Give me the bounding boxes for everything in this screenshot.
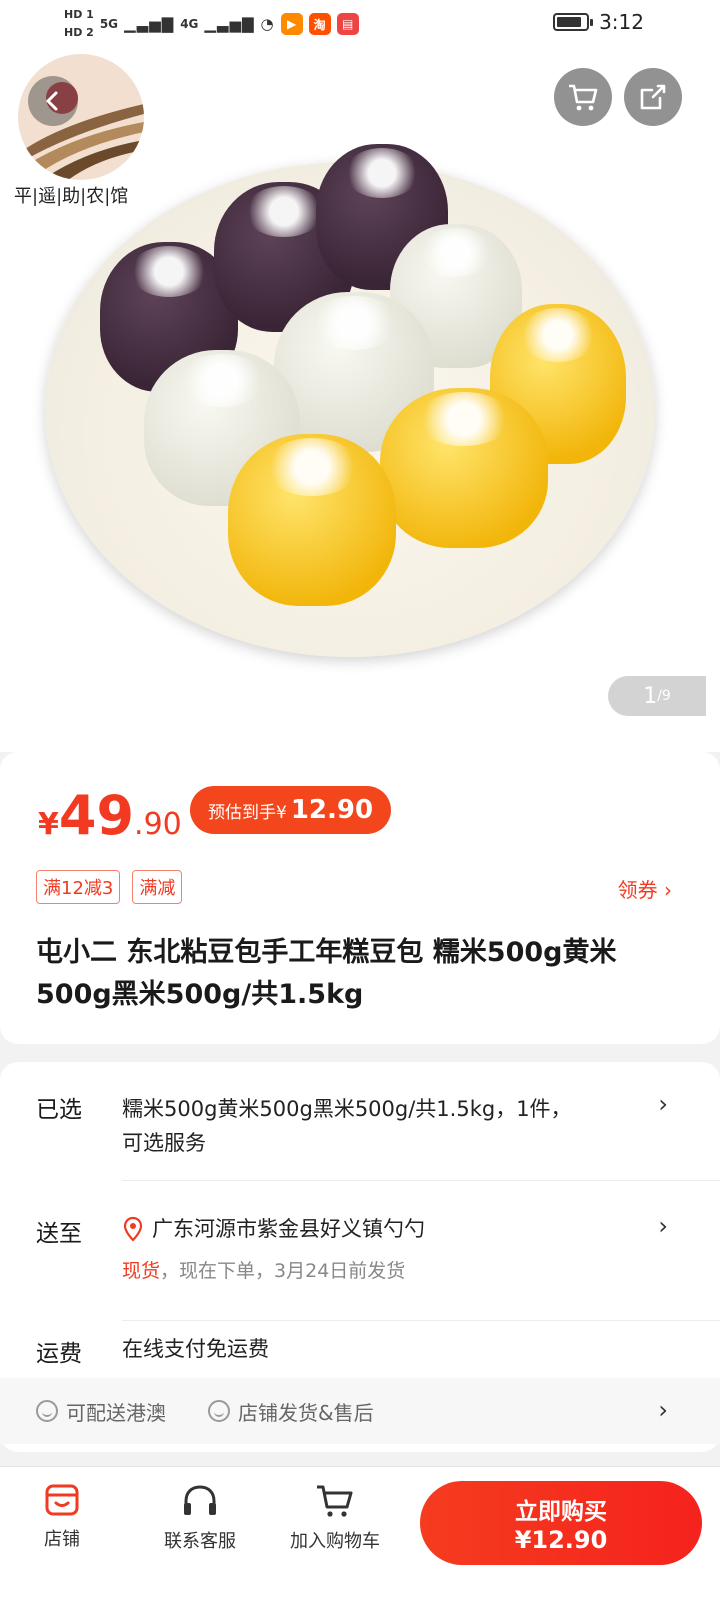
selected-label: 已选 — [36, 1097, 82, 1123]
customer-service-label: 联系客服 — [164, 1531, 236, 1552]
status-bar-right: 3:12 — [553, 10, 644, 34]
back-button[interactable] — [28, 76, 78, 126]
yellow-rice-dumpling — [380, 388, 548, 548]
add-to-cart-label: 加入购物车 — [290, 1531, 380, 1552]
notification-app-icon: ▤ — [336, 13, 359, 35]
chevron-right-icon: › — [658, 1396, 668, 1424]
headset-icon — [184, 1485, 216, 1515]
chevron-left-icon — [45, 91, 58, 111]
taobao-app-icon: 淘 — [308, 13, 331, 35]
add-to-cart-button[interactable]: 加入购物车 — [290, 1483, 380, 1553]
share-icon — [640, 84, 666, 110]
cart-icon — [569, 84, 598, 111]
delivery-address: 广东河源市紫金县好义镇勺勺 — [152, 1217, 425, 1241]
smile-icon — [36, 1400, 58, 1422]
shop-icon — [45, 1484, 79, 1516]
estimated-price-badge: 预估到手¥ 12.90 — [190, 786, 392, 834]
status-bar-left: HD 1 HD 2 5G ▁▃▅▇ 4G ▁▃▅▇ ◔ ▶ 淘 ▤ — [64, 6, 359, 42]
estimate-price: 12.90 — [290, 795, 374, 825]
shop-button[interactable]: 店铺 — [44, 1483, 80, 1551]
divider — [122, 1180, 720, 1181]
delivery-note: ，现在下单，3月24日前发货 — [160, 1260, 406, 1282]
guarantee-row[interactable]: 可配送港澳 店铺发货&售后 › — [0, 1378, 720, 1444]
price-decimal: .90 — [134, 807, 182, 842]
product-image-gallery[interactable]: 平|遥|助|农|馆 1/9 — [0, 52, 720, 752]
hd1-label: HD 1 — [64, 8, 94, 21]
network2-label: 4G — [180, 17, 199, 31]
delivery-label: 送至 — [36, 1221, 82, 1247]
product-title: 屯小二 东北粘豆包手工年糕豆包 糯米500g黄米500g黑米500g/共1.5k… — [36, 937, 617, 1010]
cart-icon — [317, 1485, 353, 1517]
logo-text: 平|遥|助|农|馆 — [14, 186, 129, 207]
customer-service-button[interactable]: 联系客服 — [164, 1483, 236, 1553]
divider — [122, 1320, 720, 1321]
watermark: zhizhizhi.com — [602, 1582, 710, 1596]
image-counter-current: 1 — [643, 683, 658, 709]
shop-label: 店铺 — [44, 1529, 80, 1550]
price: ¥49.90 — [38, 784, 182, 847]
image-counter-total: /9 — [657, 688, 671, 704]
price-integer: 49 — [58, 784, 135, 847]
network1-label: 5G — [99, 17, 119, 31]
guarantee-item: 可配送港澳 — [36, 1397, 166, 1426]
selected-service: 可选服务 — [122, 1131, 206, 1155]
hd2-label: HD 2 — [64, 26, 94, 39]
signal-icon-2: ▁▃▅▇ — [204, 15, 255, 33]
guarantee-text: 店铺发货&售后 — [238, 1400, 374, 1425]
guarantee-item: 店铺发货&售后 — [208, 1397, 374, 1426]
shop-logo: 平|遥|助|农|馆 — [14, 52, 154, 212]
selected-text: 糯米500g黄米500g黑米500g/共1.5kg，1件， 可选服务 — [122, 1092, 572, 1160]
shipping-text: 在线支付免运费 — [122, 1337, 269, 1361]
status-bar: HD 1 HD 2 5G ▁▃▅▇ 4G ▁▃▅▇ ◔ ▶ 淘 ▤ 3:12 — [0, 0, 720, 52]
buy-now-button[interactable]: 立即购买 ¥12.90 — [420, 1481, 702, 1565]
location-pin-icon — [123, 1216, 143, 1242]
estimate-label: 预估到手¥ — [208, 802, 287, 823]
share-button[interactable] — [624, 68, 682, 126]
stock-status: 现货 — [122, 1260, 161, 1282]
image-counter: 1/9 — [608, 676, 706, 716]
purchase-info-card: 已选 糯米500g黄米500g黑米500g/共1.5kg，1件， 可选服务 › … — [0, 1062, 720, 1452]
sim-indicator: HD 1 HD 2 — [64, 6, 94, 42]
promo-tag: 满12减3 — [36, 870, 121, 904]
shipping-label: 运费 — [36, 1341, 82, 1367]
chevron-right-icon: › — [658, 1212, 668, 1240]
price-currency: ¥ — [38, 807, 59, 842]
wifi-icon: ◔ — [260, 15, 275, 33]
battery-icon — [553, 13, 594, 31]
video-app-icon: ▶ — [280, 13, 303, 35]
clock: 3:12 — [599, 10, 644, 34]
delivery-text: 广东河源市紫金县好义镇勺勺 现货，现在下单，3月24日前发货 — [122, 1212, 425, 1288]
guarantee-text: 可配送港澳 — [66, 1400, 166, 1425]
signal-icon: ▁▃▅▇ — [124, 15, 175, 33]
promo-tags: 满12减3 满减 — [36, 870, 183, 904]
bottom-action-bar: 店铺 联系客服 加入购物车 立即购买 ¥12.90 zhizhizhi.com — [0, 1466, 720, 1600]
get-coupon-link[interactable]: 领券 › — [618, 874, 672, 903]
selected-spec: 糯米500g黄米500g黑米500g/共1.5kg，1件， — [122, 1097, 572, 1121]
cart-button[interactable] — [554, 68, 612, 126]
price-card: ¥49.90 预估到手¥ 12.90 满12减3 满减 领券 › 屯小二 东北粘… — [0, 752, 720, 1044]
chevron-right-icon: › — [658, 1090, 668, 1118]
buy-now-label: 立即购买 — [515, 1499, 607, 1525]
buy-now-price: ¥12.90 — [514, 1526, 608, 1554]
yellow-rice-dumpling — [228, 434, 396, 606]
smile-icon — [208, 1400, 230, 1422]
promo-tag: 满减 — [132, 870, 183, 904]
